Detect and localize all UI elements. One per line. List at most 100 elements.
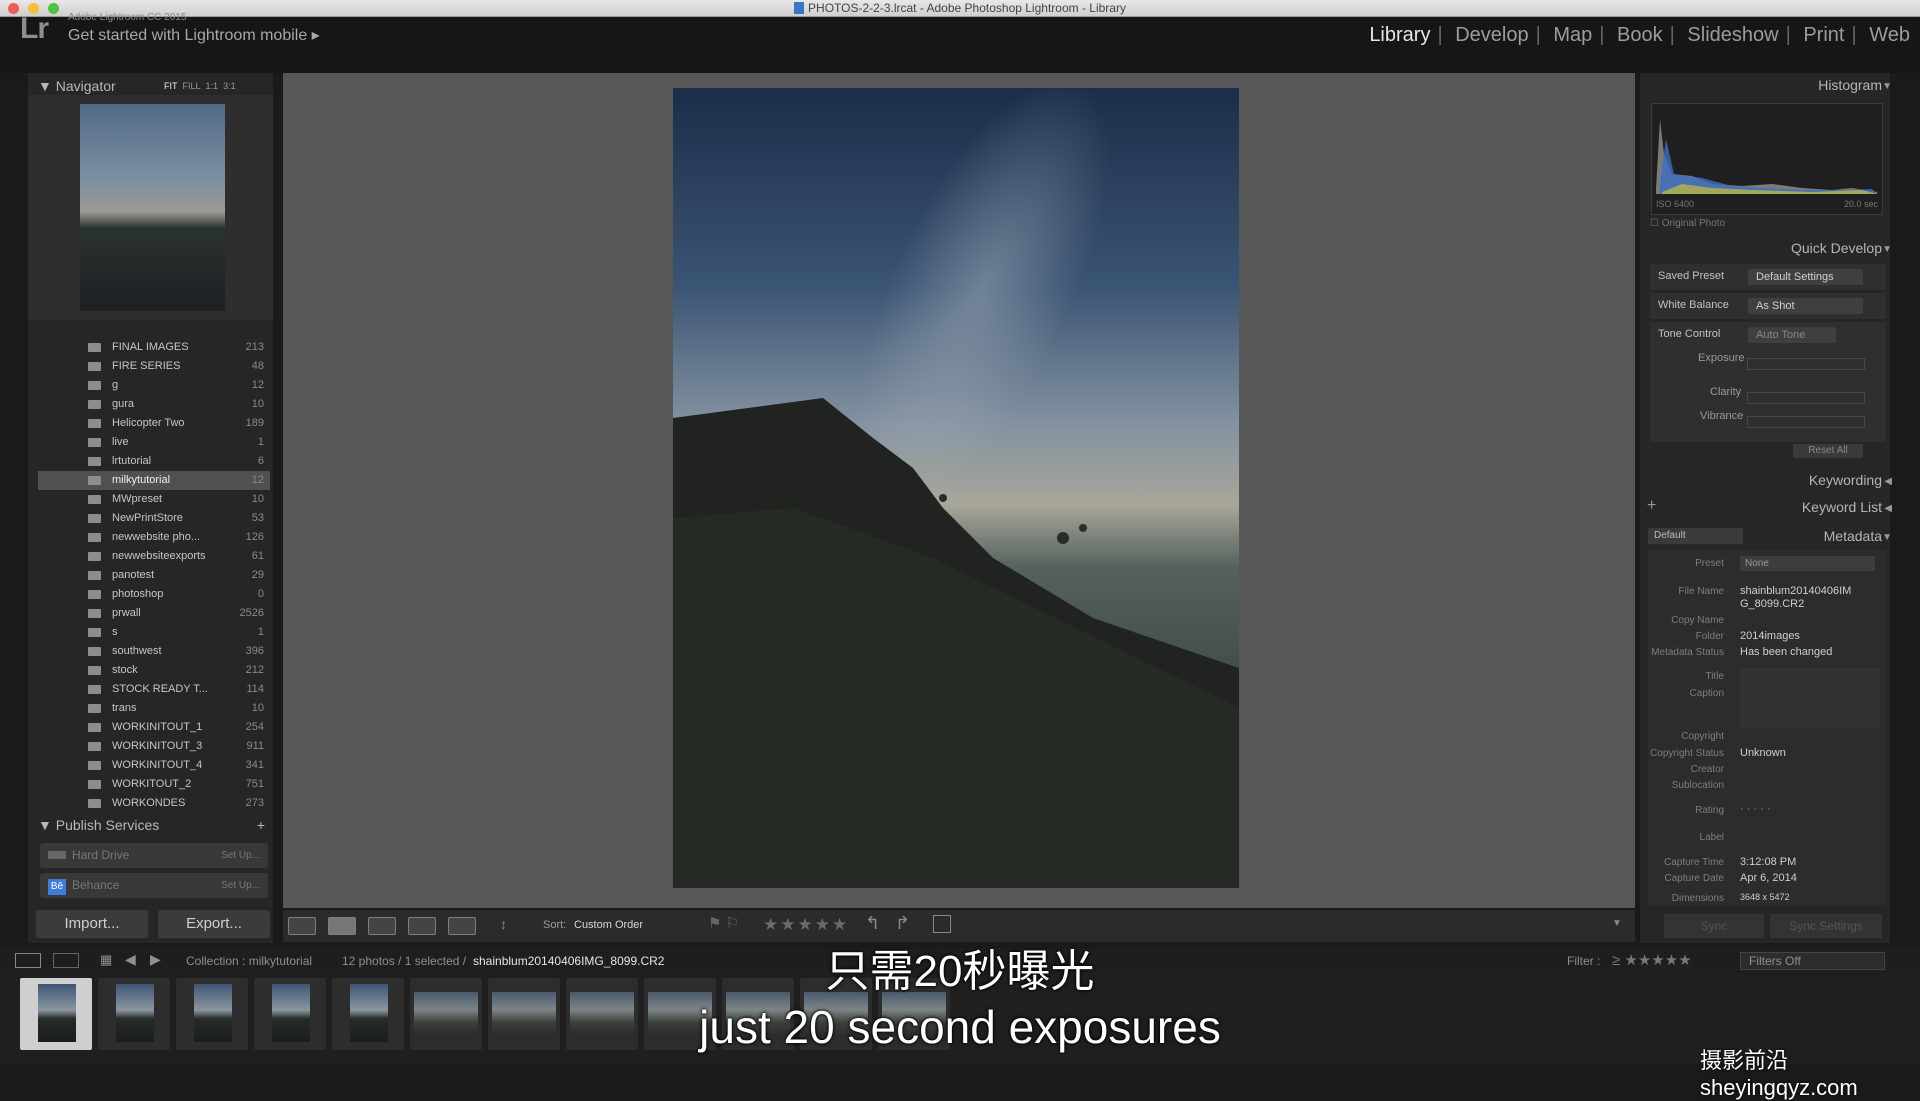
sort-direction-icon[interactable]: ↕ [500, 916, 507, 932]
module-develop[interactable]: Develop [1455, 24, 1528, 46]
publish-services-header[interactable]: ▼ Publish Services + [28, 814, 273, 836]
quick-develop-header[interactable]: Quick Develop [1791, 240, 1882, 256]
folder-item[interactable]: trans 10 [38, 699, 270, 718]
original-photo-checkbox[interactable]: ☐ Original Photo [1650, 218, 1725, 229]
file-name-value[interactable]: shainblum20140406IM G_8099.CR2 [1740, 585, 1870, 611]
folder-item[interactable]: FIRE SERIES 48 [38, 357, 270, 376]
people-view-icon[interactable] [448, 917, 476, 935]
flag-icon[interactable]: ⚑ ⚐ [708, 914, 739, 932]
main-photo[interactable] [673, 88, 1239, 888]
folder-item[interactable]: milkytutorial 12 [38, 471, 270, 490]
folder-name: gura [112, 398, 135, 410]
navigator-preview-image[interactable] [80, 104, 225, 311]
folder-item[interactable]: gura 10 [38, 395, 270, 414]
folder-item[interactable]: g 12 [38, 376, 270, 395]
maximize-window-button[interactable] [48, 3, 59, 14]
module-book[interactable]: Book [1617, 24, 1663, 46]
folder-item[interactable]: newwebsite pho... 126 [38, 528, 270, 547]
metadata-view-dropdown[interactable]: Default [1648, 528, 1743, 544]
folder-item[interactable]: WORKINITOUT_1 254 [38, 718, 270, 737]
export-button[interactable]: Export... [158, 910, 270, 938]
auto-tone-button[interactable]: Auto Tone [1748, 327, 1836, 343]
vibrance-stepper[interactable] [1747, 416, 1865, 428]
folder-item[interactable]: prwall 2526 [38, 604, 270, 623]
folder-count: 0 [257, 588, 264, 600]
add-service-icon[interactable]: + [257, 814, 265, 836]
rating-value[interactable]: · · · · · [1740, 803, 1771, 815]
folder-item[interactable]: NewPrintStore 53 [38, 509, 270, 528]
zoom-1-1[interactable]: 1:1 [206, 81, 219, 91]
import-button[interactable]: Import... [36, 910, 148, 938]
metadata-header[interactable]: Metadata [1824, 528, 1882, 544]
folder-item[interactable]: WORKONDES 273 [38, 794, 270, 813]
folder-count: 1 [257, 626, 264, 638]
add-keyword-icon[interactable]: + [1647, 497, 1656, 515]
keywording-header[interactable]: Keywording [1809, 472, 1882, 488]
folder-item[interactable]: live 1 [38, 433, 270, 452]
expand-triangle-icon[interactable]: ◀ [1884, 476, 1892, 487]
folder-item[interactable]: WORKINITOUT_3 911 [38, 737, 270, 756]
exposure-stepper[interactable] [1747, 358, 1865, 370]
service-hard-drive[interactable]: Hard Drive Set Up... [40, 843, 268, 868]
rating-stars[interactable]: ★★★★★ [763, 915, 849, 935]
zoom-fill[interactable]: FILL [183, 81, 201, 91]
reset-all-button[interactable]: Reset All [1793, 444, 1863, 458]
folder-item[interactable]: STOCK READY T... 114 [38, 680, 270, 699]
creator-label: Creator [1690, 764, 1724, 775]
clarity-stepper[interactable] [1747, 392, 1865, 404]
zoom-fit[interactable]: FIT [164, 81, 178, 91]
folder-item[interactable]: MWpreset 10 [38, 490, 270, 509]
survey-view-icon[interactable] [408, 917, 436, 935]
module-map[interactable]: Map [1553, 24, 1592, 46]
caption-field[interactable] [1740, 668, 1880, 728]
folder-item[interactable]: Helicopter Two 189 [38, 414, 270, 433]
service-behance[interactable]: Bē Behance Set Up... [40, 873, 268, 898]
metadata-preset-dropdown[interactable]: None [1740, 556, 1875, 571]
folder-item[interactable]: WORKITOUT_2 751 [38, 775, 270, 794]
folder-icon [88, 666, 101, 675]
module-web[interactable]: Web [1869, 24, 1910, 46]
label-label: Label [1699, 832, 1724, 843]
info-overlay-icon[interactable] [933, 915, 951, 933]
white-balance-dropdown[interactable]: As Shot [1748, 298, 1863, 314]
histogram-header[interactable]: Histogram [1818, 77, 1882, 93]
folder-item[interactable]: lrtutorial 6 [38, 452, 270, 471]
behance-icon: Bē [48, 879, 66, 895]
behance-setup[interactable]: Set Up... [221, 873, 260, 898]
grid-view-icon[interactable] [288, 917, 316, 935]
expand-triangle-icon[interactable]: ◀ [1884, 503, 1892, 514]
hard-drive-setup[interactable]: Set Up... [221, 843, 260, 868]
collapse-triangle-icon[interactable]: ▼ [1882, 532, 1892, 543]
module-library[interactable]: Library [1369, 24, 1430, 46]
folder-name: WORKONDES [112, 797, 186, 809]
zoom-3-1[interactable]: 3:1 [223, 81, 236, 91]
folder-item[interactable]: WORKINITOUT_4 341 [38, 756, 270, 775]
metadata-status-value[interactable]: Has been changed [1740, 646, 1832, 658]
copyright-status-dropdown[interactable]: Unknown [1740, 747, 1786, 759]
folder-item[interactable]: panotest 29 [38, 566, 270, 585]
loupe-view-icon[interactable] [328, 917, 356, 935]
folder-item[interactable]: FINAL IMAGES 213 [38, 338, 270, 357]
folder-item[interactable]: photoshop 0 [38, 585, 270, 604]
folder-value[interactable]: 2014images [1740, 630, 1800, 642]
module-slideshow[interactable]: Slideshow [1687, 24, 1778, 46]
module-print[interactable]: Print [1803, 24, 1844, 46]
saved-preset-dropdown[interactable]: Default Settings [1748, 269, 1863, 285]
folder-item[interactable]: s1 [38, 623, 270, 642]
folder-item[interactable]: stock 212 [38, 661, 270, 680]
keyword-list-header[interactable]: Keyword List [1802, 499, 1882, 515]
collapse-triangle-icon[interactable]: ▼ [1882, 81, 1892, 92]
folder-icon [88, 495, 101, 504]
close-window-button[interactable] [8, 3, 19, 14]
toolbar-menu-icon[interactable]: ▼ [1612, 918, 1622, 929]
folder-count: 751 [245, 778, 264, 790]
rotate-left-icon[interactable]: ↰ [865, 913, 880, 934]
folder-item[interactable]: newwebsiteexports 61 [38, 547, 270, 566]
rotate-right-icon[interactable]: ↱ [895, 913, 910, 934]
folder-item[interactable]: southwest 396 [38, 642, 270, 661]
compare-view-icon[interactable] [368, 917, 396, 935]
mobile-promo-link[interactable]: Get started with Lightroom mobile ▸ [68, 25, 320, 45]
collapse-triangle-icon[interactable]: ▼ [1882, 244, 1892, 255]
navigator-header[interactable]: ▼ Navigator FIT FILL 1:1 3:1 [28, 75, 273, 97]
sort-dropdown[interactable]: Custom Order [574, 919, 643, 931]
